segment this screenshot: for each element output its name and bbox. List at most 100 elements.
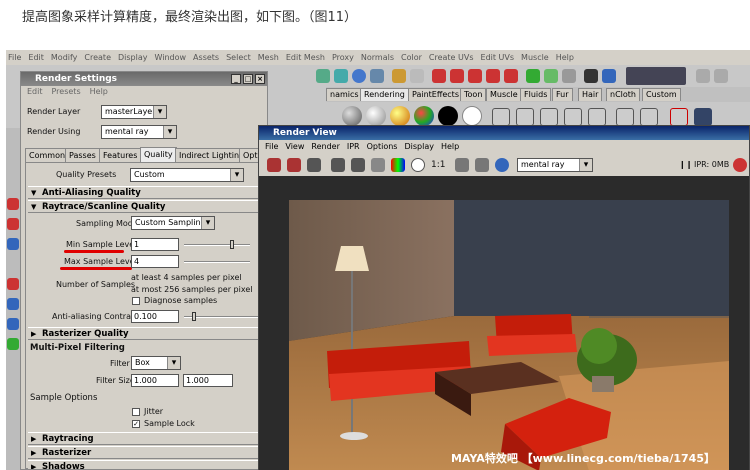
light-icon[interactable] xyxy=(616,108,634,126)
render-node-5-icon[interactable] xyxy=(588,108,606,126)
max-sample-field[interactable]: 4 xyxy=(131,255,179,268)
menu-display[interactable]: Display xyxy=(118,53,148,62)
channel-icon[interactable] xyxy=(371,158,385,172)
rv-menu-view[interactable]: View xyxy=(285,142,304,151)
rv-menu-file[interactable]: File xyxy=(265,142,278,151)
ipr-render-icon[interactable] xyxy=(544,69,558,83)
tool-settings-icon[interactable] xyxy=(696,69,710,83)
menu-select[interactable]: Select xyxy=(226,53,251,62)
render-camera-icon[interactable] xyxy=(495,158,509,172)
magnet-live-icon[interactable] xyxy=(504,69,518,83)
menu-window[interactable]: Window xyxy=(155,53,187,62)
tab-quality[interactable]: Quality xyxy=(140,147,177,162)
menu-modify[interactable]: Modify xyxy=(51,53,78,62)
tab-common[interactable]: Common xyxy=(25,148,70,162)
anti-aliasing-section[interactable]: ▼ Anti-Aliasing Quality xyxy=(28,186,262,199)
snapshot-icon[interactable] xyxy=(307,158,321,172)
filter-size-x-field[interactable]: 1.000 xyxy=(131,374,179,387)
magnet-curve-icon[interactable] xyxy=(450,69,464,83)
channel-box-icon[interactable] xyxy=(602,69,616,83)
rasterizer-section[interactable]: ▶ Rasterizer xyxy=(28,446,262,459)
filter-size-y-field[interactable]: 1.000 xyxy=(183,374,233,387)
sampling-mode-dropdown[interactable]: Custom Sampling xyxy=(131,216,215,230)
rgb-channels-icon[interactable] xyxy=(391,158,405,172)
shelf-tab-fur[interactable]: Fur xyxy=(552,88,573,101)
aa-contrast-field[interactable]: 0.100 xyxy=(131,310,179,323)
rs-menu-edit[interactable]: Edit xyxy=(27,87,43,96)
phong-sphere-icon[interactable] xyxy=(390,106,410,126)
tool-icon-6[interactable] xyxy=(7,318,19,330)
menu-mesh[interactable]: Mesh xyxy=(258,53,279,62)
menu-edit-mesh[interactable]: Edit Mesh xyxy=(286,53,325,62)
magnet-view-icon[interactable] xyxy=(486,69,500,83)
shelf-tab-custom[interactable]: Custom xyxy=(642,88,681,101)
redo-render-icon[interactable] xyxy=(267,158,281,172)
min-sample-slider[interactable] xyxy=(184,240,250,249)
show-hide-icon[interactable] xyxy=(584,69,598,83)
keep-image-icon[interactable] xyxy=(455,158,469,172)
tool-icon-4[interactable] xyxy=(7,278,19,290)
rv-menu-ipr[interactable]: IPR xyxy=(347,142,360,151)
lambert-sphere-icon[interactable] xyxy=(342,106,362,126)
render-node-icon[interactable] xyxy=(492,108,510,126)
menu-create-uvs[interactable]: Create UVs xyxy=(429,53,474,62)
render-region-icon[interactable] xyxy=(287,158,301,172)
attribute-editor-icon[interactable] xyxy=(714,69,728,83)
raytracing-section[interactable]: ▶ Raytracing xyxy=(28,432,262,445)
rasterizer-quality-section[interactable]: ▶ Rasterizer Quality xyxy=(28,327,262,340)
ipr-icon[interactable] xyxy=(331,158,345,172)
menu-help[interactable]: Help xyxy=(556,53,574,62)
delete-icon[interactable] xyxy=(670,108,688,126)
rs-menu-help[interactable]: Help xyxy=(90,87,108,96)
menu-edit-uvs[interactable]: Edit UVs xyxy=(481,53,515,62)
history-icon[interactable] xyxy=(410,69,424,83)
blinn-sphere-icon[interactable] xyxy=(366,106,386,126)
raytrace-scanline-section[interactable]: ▼ Raytrace/Scanline Quality xyxy=(28,200,262,213)
render-globals-icon[interactable] xyxy=(562,69,576,83)
remove-image-icon[interactable] xyxy=(475,158,489,172)
ratio-label[interactable]: 1:1 xyxy=(431,160,445,170)
close-button[interactable]: × xyxy=(255,74,265,84)
menu-color[interactable]: Color xyxy=(401,53,422,62)
paint-brush-icon[interactable] xyxy=(694,108,712,126)
shelf-tab-toon[interactable]: Toon xyxy=(460,88,487,101)
shelf-tab-rendering[interactable]: Rendering xyxy=(360,88,409,101)
pause-ipr-icon[interactable]: ❙❙ xyxy=(679,160,692,169)
quality-presets-dropdown[interactable]: Custom xyxy=(130,168,244,182)
snap-point-icon[interactable] xyxy=(352,69,366,83)
tab-features[interactable]: Features xyxy=(99,148,142,162)
rs-menu-presets[interactable]: Presets xyxy=(52,87,81,96)
shelf-tab-fluids[interactable]: Fluids xyxy=(520,88,552,101)
render-using-dropdown[interactable]: mental ray xyxy=(101,125,177,139)
filter-dropdown[interactable]: Box xyxy=(131,356,181,370)
menu-file[interactable]: File xyxy=(8,53,21,62)
min-sample-field[interactable]: 1 xyxy=(131,238,179,251)
rv-menu-render[interactable]: Render xyxy=(311,142,339,151)
jitter-checkbox[interactable] xyxy=(132,408,140,416)
shadows-section[interactable]: ▶ Shadows xyxy=(28,460,262,470)
snap-icon[interactable] xyxy=(316,69,330,83)
tool-icon-5[interactable] xyxy=(7,298,19,310)
menu-create[interactable]: Create xyxy=(84,53,111,62)
rv-menu-help[interactable]: Help xyxy=(441,142,459,151)
shelf-tab-hair[interactable]: Hair xyxy=(578,88,603,101)
tool-icon-2[interactable] xyxy=(7,218,19,230)
max-sample-slider[interactable] xyxy=(184,261,250,263)
tool-icon-1[interactable] xyxy=(7,198,19,210)
render-node-3-icon[interactable] xyxy=(540,108,558,126)
refresh-ipr-icon[interactable] xyxy=(351,158,365,172)
magnet-icon[interactable] xyxy=(432,69,446,83)
minimize-button[interactable]: _ xyxy=(231,74,241,84)
menu-proxy[interactable]: Proxy xyxy=(332,53,354,62)
camera-icon[interactable] xyxy=(640,108,658,126)
lock-icon[interactable] xyxy=(392,69,406,83)
magnet-point-icon[interactable] xyxy=(468,69,482,83)
shelf-tab-muscle[interactable]: Muscle xyxy=(486,88,522,101)
diagnose-samples-checkbox[interactable] xyxy=(132,297,140,305)
tool-icon-7[interactable] xyxy=(7,338,19,350)
render-node-2-icon[interactable] xyxy=(516,108,534,126)
white-sphere-icon[interactable] xyxy=(462,106,482,126)
menu-assets[interactable]: Assets xyxy=(193,53,219,62)
rv-menu-options[interactable]: Options xyxy=(367,142,398,151)
min-sample-slider-knob[interactable] xyxy=(230,240,234,249)
